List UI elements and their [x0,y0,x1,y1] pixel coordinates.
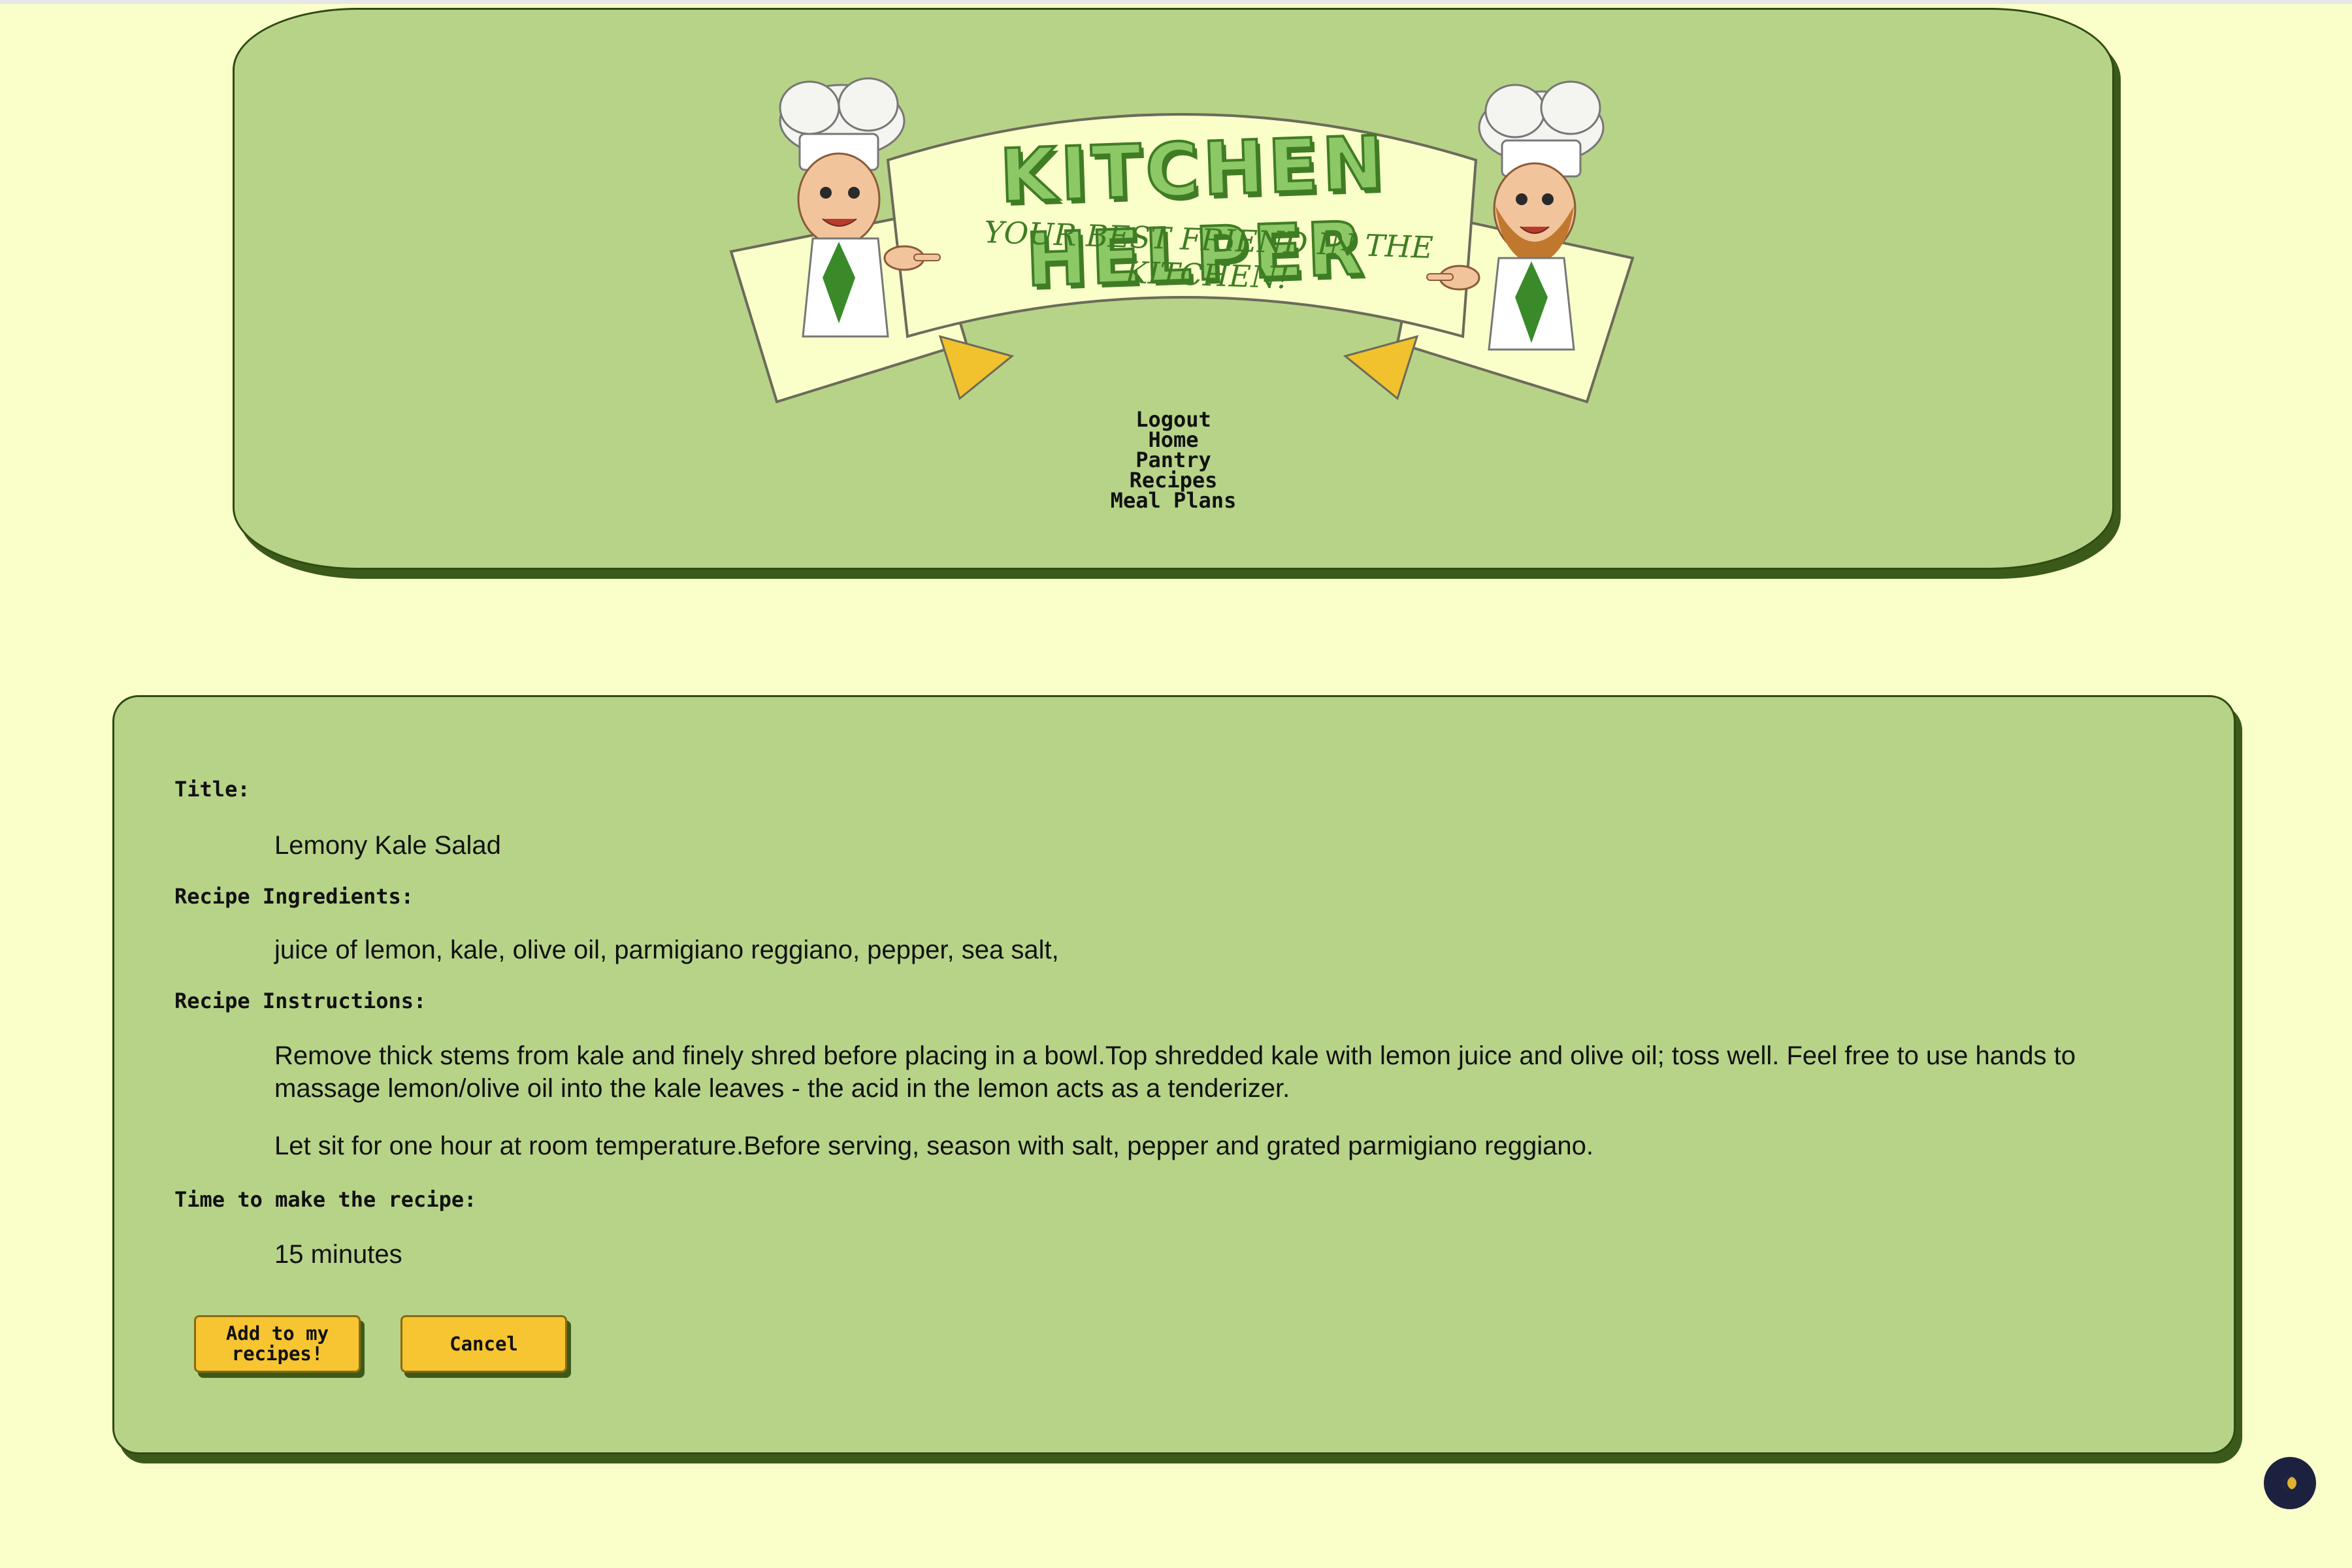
recipe-detail-panel: Title: Lemony Kale Salad Recipe Ingredie… [112,695,2236,1454]
nav-meal-plans[interactable]: Meal Plans [235,490,2112,511]
main-nav: Logout Home Pantry Recipes Meal Plans [235,409,2112,511]
recipe-ingredients-value: juice of lemon, kale, olive oil, parmigi… [274,936,1059,964]
kitchen-helper-logo[interactable]: KITCHEN HELPER YOUR BEST FRIEND IN THE K… [692,62,1672,428]
recipe-title-value: Lemony Kale Salad [274,831,501,860]
cancel-button[interactable]: Cancel [400,1315,567,1373]
time-label: Time to make the recipe: [174,1187,477,1212]
floating-theme-button[interactable] [2264,1457,2316,1509]
title-label: Title: [174,777,250,802]
header-panel: KITCHEN HELPER YOUR BEST FRIEND IN THE K… [233,8,2114,570]
recipe-instructions-paragraph-2: Let sit for one hour at room temperature… [274,1132,1593,1160]
browser-top-strip [0,0,2352,4]
moon-icon [2283,1477,2296,1490]
recipe-time-value: 15 minutes [274,1240,402,1269]
instructions-label: Recipe Instructions: [174,988,427,1013]
recipe-instructions-paragraph-1: Remove thick stems from kale and finely … [274,1041,2076,1103]
add-to-my-recipes-button[interactable]: Add to my recipes! [194,1315,361,1373]
ingredients-label: Recipe Ingredients: [174,884,414,909]
